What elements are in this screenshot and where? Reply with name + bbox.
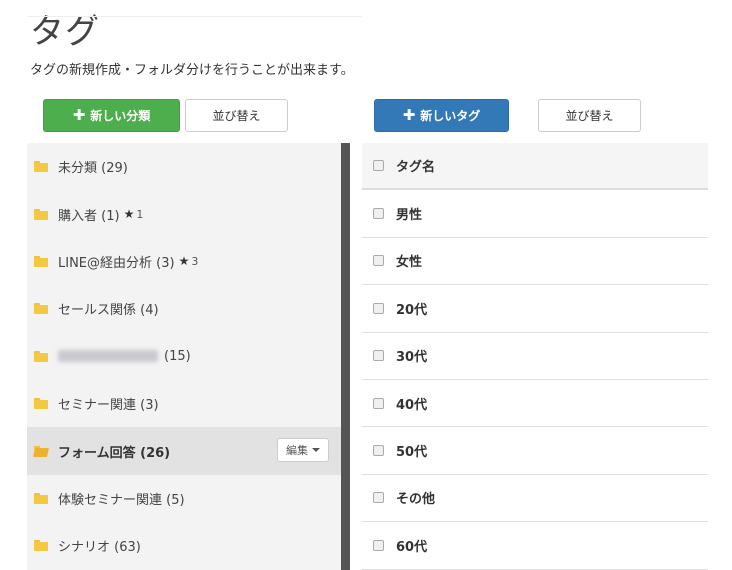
folder-item-uncategorized[interactable]: 未分類 (29) <box>27 143 341 190</box>
new-tag-label: 新しいタグ <box>420 109 481 123</box>
folder-icon <box>34 350 48 362</box>
folder-item-redacted[interactable]: (15) <box>27 333 341 380</box>
tag-name[interactable]: 30代 <box>396 346 427 365</box>
folder-panel: 未分類 (29) 購入者 (1) ★ 1 LINE@経由分析 (3) ★ 3 セ… <box>27 143 341 570</box>
table-row: 20代 <box>362 285 708 333</box>
panel-gap <box>350 143 362 570</box>
folder-item-seminar[interactable]: セミナー関連 (3) <box>27 380 341 427</box>
folder-label: (15) <box>164 348 191 364</box>
folder-label: 未分類 (29) <box>58 161 128 177</box>
page-title: タグ <box>30 12 100 52</box>
folder-label: 購入者 (1) <box>58 208 120 224</box>
folder-label: 体験セミナー関連 (5) <box>58 492 185 508</box>
new-category-label: 新しい分類 <box>90 109 151 123</box>
folder-label: LINE@経由分析 (3) <box>58 255 175 271</box>
tag-name[interactable]: 女性 <box>396 251 422 270</box>
redacted-text <box>58 350 158 363</box>
folder-label: シナリオ (63) <box>58 540 141 556</box>
title-rule <box>28 16 362 17</box>
folder-icon <box>34 255 48 267</box>
folder-label: フォーム回答 (26) <box>58 445 171 461</box>
folder-label: セールス関係 (4) <box>58 303 159 319</box>
panel-divider <box>341 143 350 570</box>
row-checkbox[interactable] <box>373 350 384 362</box>
folder-icon <box>34 303 48 315</box>
new-category-button[interactable]: ✚ 新しい分類 <box>43 99 180 132</box>
plus-icon: ✚ <box>402 106 416 124</box>
tag-name-column-header: タグ名 <box>396 160 436 176</box>
star-count: 3 <box>191 254 199 268</box>
star-icon: ★ <box>123 207 135 222</box>
folder-open-icon <box>34 445 48 457</box>
row-checkbox[interactable] <box>373 255 384 267</box>
folder-item-trial-seminar[interactable]: 体験セミナー関連 (5) <box>27 475 341 522</box>
row-checkbox[interactable] <box>373 492 384 504</box>
edit-label: 編集 <box>286 444 308 458</box>
sort-categories-button[interactable]: 並び替え <box>185 99 288 132</box>
table-row: 男性 <box>362 190 708 238</box>
row-checkbox[interactable] <box>373 397 384 409</box>
folder-item-scenario[interactable]: シナリオ (63) <box>27 522 341 569</box>
folder-item-sales[interactable]: セールス関係 (4) <box>27 285 341 332</box>
folder-item-purchasers[interactable]: 購入者 (1) ★ 1 <box>27 190 341 237</box>
tag-table: タグ名 男性 女性 20代 30代 40代 50代 その他 60代 <box>362 143 708 570</box>
tag-name[interactable]: その他 <box>396 488 435 507</box>
folder-icon <box>34 540 48 552</box>
folder-list: 未分類 (29) 購入者 (1) ★ 1 LINE@経由分析 (3) ★ 3 セ… <box>27 143 341 570</box>
plus-icon: ✚ <box>72 106 86 124</box>
folder-item-line-analysis[interactable]: LINE@経由分析 (3) ★ 3 <box>27 238 341 285</box>
row-checkbox[interactable] <box>373 445 384 457</box>
star-icon: ★ <box>178 254 190 269</box>
tag-name[interactable]: 50代 <box>396 441 427 460</box>
new-tag-button[interactable]: ✚ 新しいタグ <box>374 99 509 132</box>
folder-icon <box>34 208 48 220</box>
row-checkbox[interactable] <box>373 208 384 220</box>
folder-label: セミナー関連 (3) <box>58 398 159 414</box>
table-row: 30代 <box>362 333 708 380</box>
folder-icon <box>34 492 48 504</box>
tag-name[interactable]: 20代 <box>396 299 427 318</box>
table-row: その他 <box>362 475 708 523</box>
sort-tags-button[interactable]: 並び替え <box>538 99 641 132</box>
table-row: 女性 <box>362 238 708 286</box>
row-checkbox[interactable] <box>373 302 384 314</box>
tag-name[interactable]: 男性 <box>396 204 422 223</box>
edit-dropdown-button[interactable]: 編集 <box>277 438 329 463</box>
table-row: 50代 <box>362 427 708 475</box>
tag-name[interactable]: 40代 <box>396 394 427 413</box>
row-checkbox[interactable] <box>373 539 384 551</box>
caret-down-icon <box>312 448 320 453</box>
page-subtitle: タグの新規作成・フォルダ分けを行うことが出来ます。 <box>30 63 354 78</box>
tag-name[interactable]: 60代 <box>396 536 427 555</box>
folder-icon <box>34 161 48 173</box>
star-count: 1 <box>136 207 144 221</box>
folder-icon <box>34 398 48 410</box>
select-all-checkbox[interactable] <box>373 160 384 172</box>
table-row: 60代 <box>362 522 708 570</box>
folder-item-form-answers[interactable]: フォーム回答 (26) 編集 <box>27 427 341 475</box>
tag-table-header: タグ名 <box>362 143 708 191</box>
table-row: 40代 <box>362 380 708 428</box>
